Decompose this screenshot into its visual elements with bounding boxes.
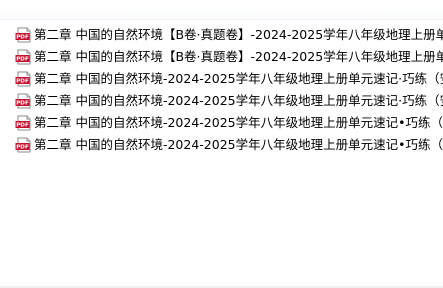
file-name: 第二章 中国的自然环境-2024-2025学年八年级地理上册单元速记•巧练（湘教 <box>34 115 443 130</box>
pdf-file-icon: PDF <box>15 49 33 65</box>
pdf-file-icon: PDF <box>15 27 33 43</box>
svg-text:PDF: PDF <box>16 145 29 151</box>
svg-text:PDF: PDF <box>16 57 29 63</box>
pdf-file-icon: PDF <box>15 115 33 131</box>
file-row[interactable]: PDF 第二章 中国的自然环境-2024-2025学年八年级地理上册单元速记·巧… <box>0 68 443 90</box>
file-name: 第二章 中国的自然环境-2024-2025学年八年级地理上册单元速记•巧练（湘教 <box>34 137 443 152</box>
file-row[interactable]: PDF 第二章 中国的自然环境-2024-2025学年八年级地理上册单元速记•巧… <box>0 112 443 134</box>
file-name: 第二章 中国的自然环境-2024-2025学年八年级地理上册单元速记·巧练（安徽 <box>34 93 443 108</box>
list-header-strip <box>0 0 443 20</box>
file-name: 第二章 中国的自然环境【B卷·真题卷】-2024-2025学年八年级地理上册单元… <box>34 49 443 64</box>
file-row[interactable]: PDF 第二章 中国的自然环境-2024-2025学年八年级地理上册单元速记•巧… <box>0 134 443 156</box>
pdf-file-icon: PDF <box>15 137 33 153</box>
svg-text:PDF: PDF <box>16 101 29 107</box>
svg-text:PDF: PDF <box>16 123 29 129</box>
file-name: 第二章 中国的自然环境-2024-2025学年八年级地理上册单元速记·巧练（安徽 <box>34 71 443 86</box>
pdf-file-icon: PDF <box>15 71 33 87</box>
file-row[interactable]: PDF 第二章 中国的自然环境-2024-2025学年八年级地理上册单元速记·巧… <box>0 90 443 112</box>
file-row[interactable]: PDF 第二章 中国的自然环境【B卷·真题卷】-2024-2025学年八年级地理… <box>0 24 443 46</box>
pdf-file-icon: PDF <box>15 93 33 109</box>
file-row[interactable]: PDF 第二章 中国的自然环境【B卷·真题卷】-2024-2025学年八年级地理… <box>0 46 443 68</box>
svg-text:PDF: PDF <box>16 35 29 41</box>
file-list: PDF 第二章 中国的自然环境【B卷·真题卷】-2024-2025学年八年级地理… <box>0 24 443 156</box>
svg-text:PDF: PDF <box>16 79 29 85</box>
file-name: 第二章 中国的自然环境【B卷·真题卷】-2024-2025学年八年级地理上册单元… <box>34 27 443 42</box>
file-explorer-window: PDF 第二章 中国的自然环境【B卷·真题卷】-2024-2025学年八年级地理… <box>0 0 443 288</box>
